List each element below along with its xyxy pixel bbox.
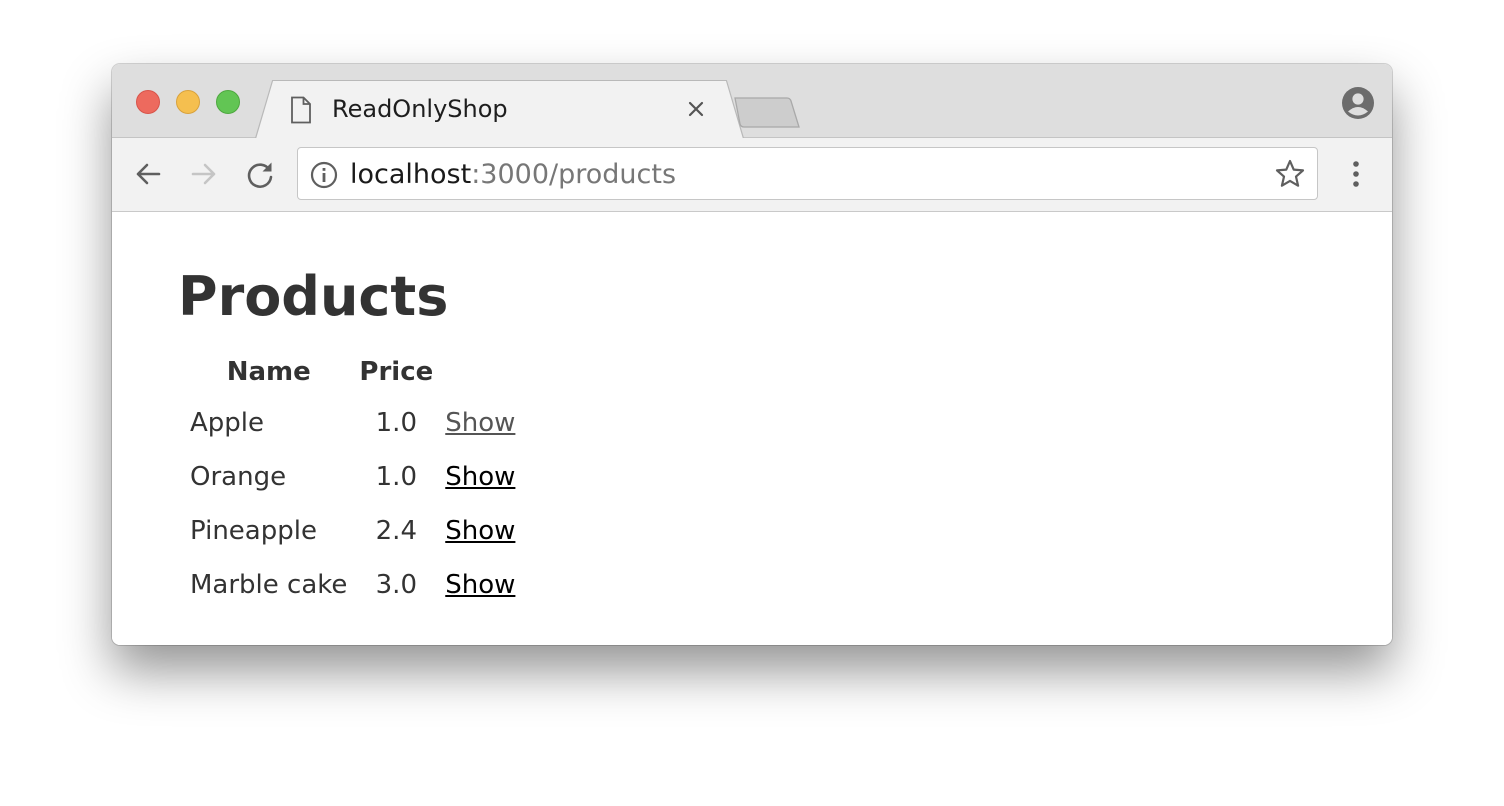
product-name: Pineapple [190, 516, 317, 546]
reload-icon[interactable] [244, 158, 276, 190]
profile-icon[interactable] [1341, 86, 1375, 120]
star-icon[interactable] [1274, 158, 1306, 190]
forward-arrow-icon[interactable] [188, 158, 220, 190]
product-price: 1.0 [375, 408, 417, 438]
show-link[interactable]: Show [445, 516, 515, 546]
table-header-row: Name Price [190, 348, 515, 396]
new-tab-button[interactable] [732, 96, 802, 130]
tab-title: ReadOnlyShop [332, 95, 508, 123]
vertical-dots-icon[interactable] [1342, 158, 1370, 190]
column-header-name: Name [226, 357, 311, 387]
url-host: localhost [350, 159, 472, 190]
column-header-price: Price [359, 357, 434, 387]
document-icon [291, 96, 311, 124]
back-arrow-icon[interactable] [132, 158, 164, 190]
show-link[interactable]: Show [445, 570, 515, 600]
product-name: Orange [190, 462, 287, 492]
product-price: 1.0 [375, 462, 417, 492]
product-price: 3.0 [375, 570, 417, 600]
page-title: Products [178, 265, 449, 328]
show-link[interactable]: Show [445, 408, 515, 438]
column-header-actions [445, 348, 515, 396]
table-row: Marble cake 3.0 Show [190, 558, 515, 612]
url-path: :3000/products [471, 159, 677, 190]
minimize-window-button[interactable] [176, 90, 200, 114]
product-price: 2.4 [375, 516, 417, 546]
close-window-button[interactable] [136, 90, 160, 114]
table-row: Pineapple 2.4 Show [190, 504, 515, 558]
info-icon[interactable] [310, 161, 338, 189]
close-tab-icon[interactable] [686, 99, 706, 119]
products-table: Name Price Apple 1.0 Show Orange 1.0 Sho… [178, 348, 527, 612]
table-row: Apple 1.0 Show [190, 396, 515, 450]
product-name: Marble cake [190, 570, 348, 600]
table-row: Orange 1.0 Show [190, 450, 515, 504]
page-content: Products Name Price Apple 1.0 Show Orang… [112, 212, 1392, 645]
url-text[interactable]: localhost:3000/products [350, 158, 676, 192]
show-link[interactable]: Show [445, 462, 515, 492]
browser-window: ReadOnlyShop localhost:3000/products Pro… [112, 64, 1392, 645]
product-name: Apple [190, 408, 265, 438]
zoom-window-button[interactable] [216, 90, 240, 114]
